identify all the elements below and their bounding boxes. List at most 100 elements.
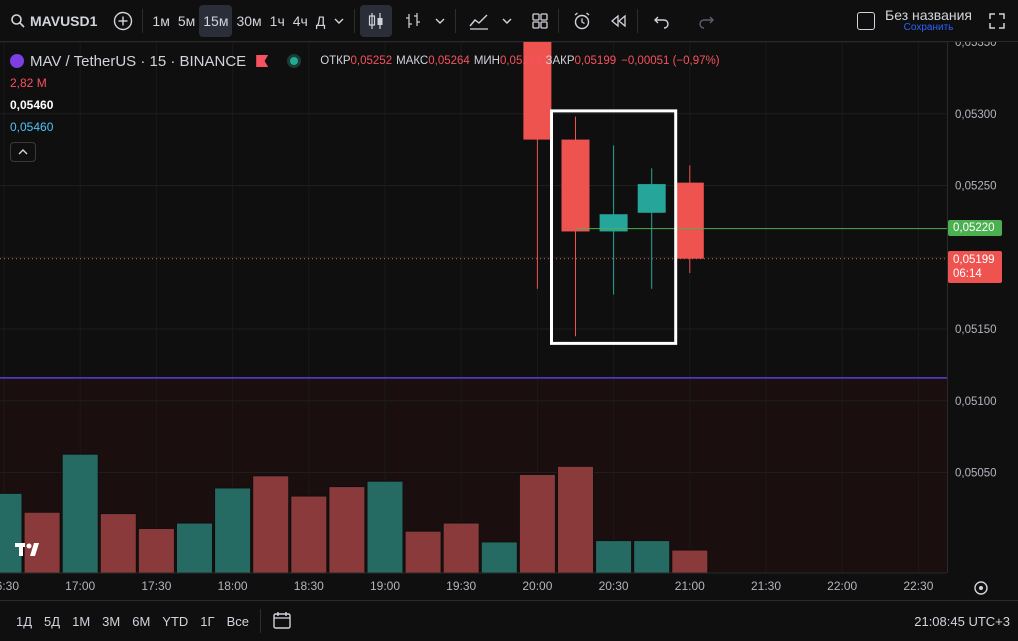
symbol-search[interactable]: MAVUSD1 — [6, 5, 101, 37]
range-ytd[interactable]: YTD — [156, 614, 194, 629]
range-3m[interactable]: 3М — [96, 614, 126, 629]
change-value: −0,00051 (−0,97%) — [621, 55, 720, 67]
x-tick-label: 17:30 — [141, 579, 171, 593]
volume-bar — [633, 540, 671, 574]
divider — [259, 609, 261, 633]
interval-1d[interactable]: Д — [312, 5, 329, 37]
alarm-clock-icon — [574, 11, 590, 29]
range-1m[interactable]: 1М — [66, 614, 96, 629]
divider — [354, 8, 356, 33]
bar-countdown: 06:14 — [953, 267, 982, 280]
volume-bar — [518, 473, 556, 574]
market-status-icon — [290, 57, 299, 65]
interval-1m[interactable]: 1м — [148, 5, 173, 37]
close-label: ЗАКР — [545, 55, 575, 67]
chart-area[interactable]: 16:30 17:00 17:30 18:00 18:30 19:00 19:30 20:00… — [0, 42, 1018, 595]
calendar-icon — [273, 611, 291, 629]
collapse-legend-button[interactable] — [10, 142, 36, 162]
undo-button[interactable] — [649, 5, 675, 37]
interval-15m[interactable]: 15м — [199, 4, 233, 37]
x-tick-label: 19:00 — [370, 579, 400, 593]
interval-1h[interactable]: 1ч — [266, 5, 289, 37]
tradingview-logo-icon — [15, 543, 39, 556]
chevron-up-icon — [18, 149, 28, 155]
range-5d[interactable]: 5Д — [38, 614, 66, 629]
redo-icon — [699, 16, 715, 29]
volume-bar — [99, 513, 137, 574]
search-icon — [11, 13, 25, 28]
close-value: 0,05199 — [574, 55, 617, 67]
layout-button[interactable] — [527, 5, 553, 37]
candle-body — [637, 184, 666, 213]
legend-indicator-2: 0,05460 — [10, 116, 720, 138]
save-link[interactable]: Сохранить — [904, 22, 954, 34]
x-tick-label: 22:30 — [903, 579, 933, 593]
volume-bar — [252, 475, 290, 574]
add-circle-icon — [114, 11, 133, 30]
undo-icon — [654, 16, 670, 29]
volume-bar — [480, 541, 518, 574]
volume-bar — [366, 480, 404, 574]
green-line-price-tag: 0,05220 — [948, 219, 1002, 236]
price-axis[interactable] — [947, 42, 1018, 573]
fullscreen-button[interactable] — [984, 5, 1010, 37]
fullscreen-icon — [989, 12, 1005, 29]
high-label: МАКС — [396, 55, 429, 67]
alert-button[interactable] — [568, 5, 596, 37]
goto-date-button[interactable] — [266, 610, 298, 633]
tradingview-logo[interactable] — [14, 539, 48, 559]
indicators-button[interactable] — [400, 5, 426, 37]
chevron-down-icon — [334, 18, 344, 24]
volume-bar — [176, 522, 213, 574]
flag-icon[interactable] — [256, 55, 269, 67]
x-tick-label: 18:30 — [294, 579, 324, 593]
save-text: Без названия Сохранить — [885, 8, 972, 33]
candles-style-button[interactable] — [360, 4, 393, 37]
volume-bar — [61, 453, 99, 574]
legend-volume-row: 2,82 M — [10, 72, 720, 94]
volume-bar — [557, 465, 594, 574]
chevron-down-icon — [435, 18, 445, 24]
redo-button[interactable] — [693, 5, 719, 37]
volume-bar — [442, 522, 480, 574]
replay-button[interactable] — [606, 5, 632, 37]
layout-icon — [857, 11, 876, 30]
x-tick-label: 18:00 — [218, 579, 248, 593]
indicators-dropdown[interactable] — [497, 5, 517, 37]
high-value: 0,05264 — [428, 55, 470, 67]
legend-symbol-title[interactable]: MAV / TetherUS · 15 · BINANCE — [30, 53, 246, 70]
x-tick-label: 21:30 — [751, 579, 781, 593]
rewind-icon — [611, 14, 626, 27]
x-tick-label: 22:00 — [827, 579, 857, 593]
symbol-logo-icon — [10, 54, 24, 68]
range-1y[interactable]: 1Г — [194, 614, 220, 629]
range-1d[interactable]: 1Д — [10, 614, 38, 629]
volume-bar — [290, 495, 328, 574]
interval-4h[interactable]: 4ч — [289, 5, 312, 37]
interval-dropdown[interactable] — [329, 5, 349, 37]
volume-bar — [595, 540, 633, 574]
top-toolbar: MAVUSD1 1м 5м 15м 30м 1ч 4ч Д Без назван… — [0, 0, 1018, 42]
interval-30m[interactable]: 30м — [232, 5, 265, 37]
save-layout[interactable]: Без названия Сохранить — [857, 8, 984, 33]
x-tick-label: 17:00 — [65, 579, 95, 593]
chevron-down-icon — [502, 18, 512, 24]
divider — [558, 8, 560, 33]
indicators-menu-button[interactable] — [465, 5, 493, 37]
legend-main-row: MAV / TetherUS · 15 · BINANCE ОТКР 0,0525… — [10, 50, 720, 72]
chart-legend: MAV / TetherUS · 15 · BINANCE ОТКР 0,0525… — [10, 50, 720, 162]
chart-type-dropdown[interactable] — [430, 5, 450, 37]
x-tick-label: 21:00 — [675, 579, 705, 593]
clock-timezone[interactable]: 21:08:45 UTC+3 — [914, 614, 1018, 629]
volume-bar — [0, 492, 23, 574]
compare-button[interactable] — [109, 5, 137, 37]
volume-bar — [404, 530, 442, 574]
low-value: 0,05189 — [499, 55, 542, 67]
range-all[interactable]: Все — [221, 614, 255, 629]
x-tick-label: 19:30 — [446, 579, 476, 593]
axis-settings-button[interactable] — [972, 579, 990, 597]
interval-5m[interactable]: 5м — [174, 5, 199, 37]
range-6m[interactable]: 6М — [126, 614, 156, 629]
divider — [637, 8, 639, 33]
indicator-2-value: 0,05460 — [10, 120, 54, 134]
